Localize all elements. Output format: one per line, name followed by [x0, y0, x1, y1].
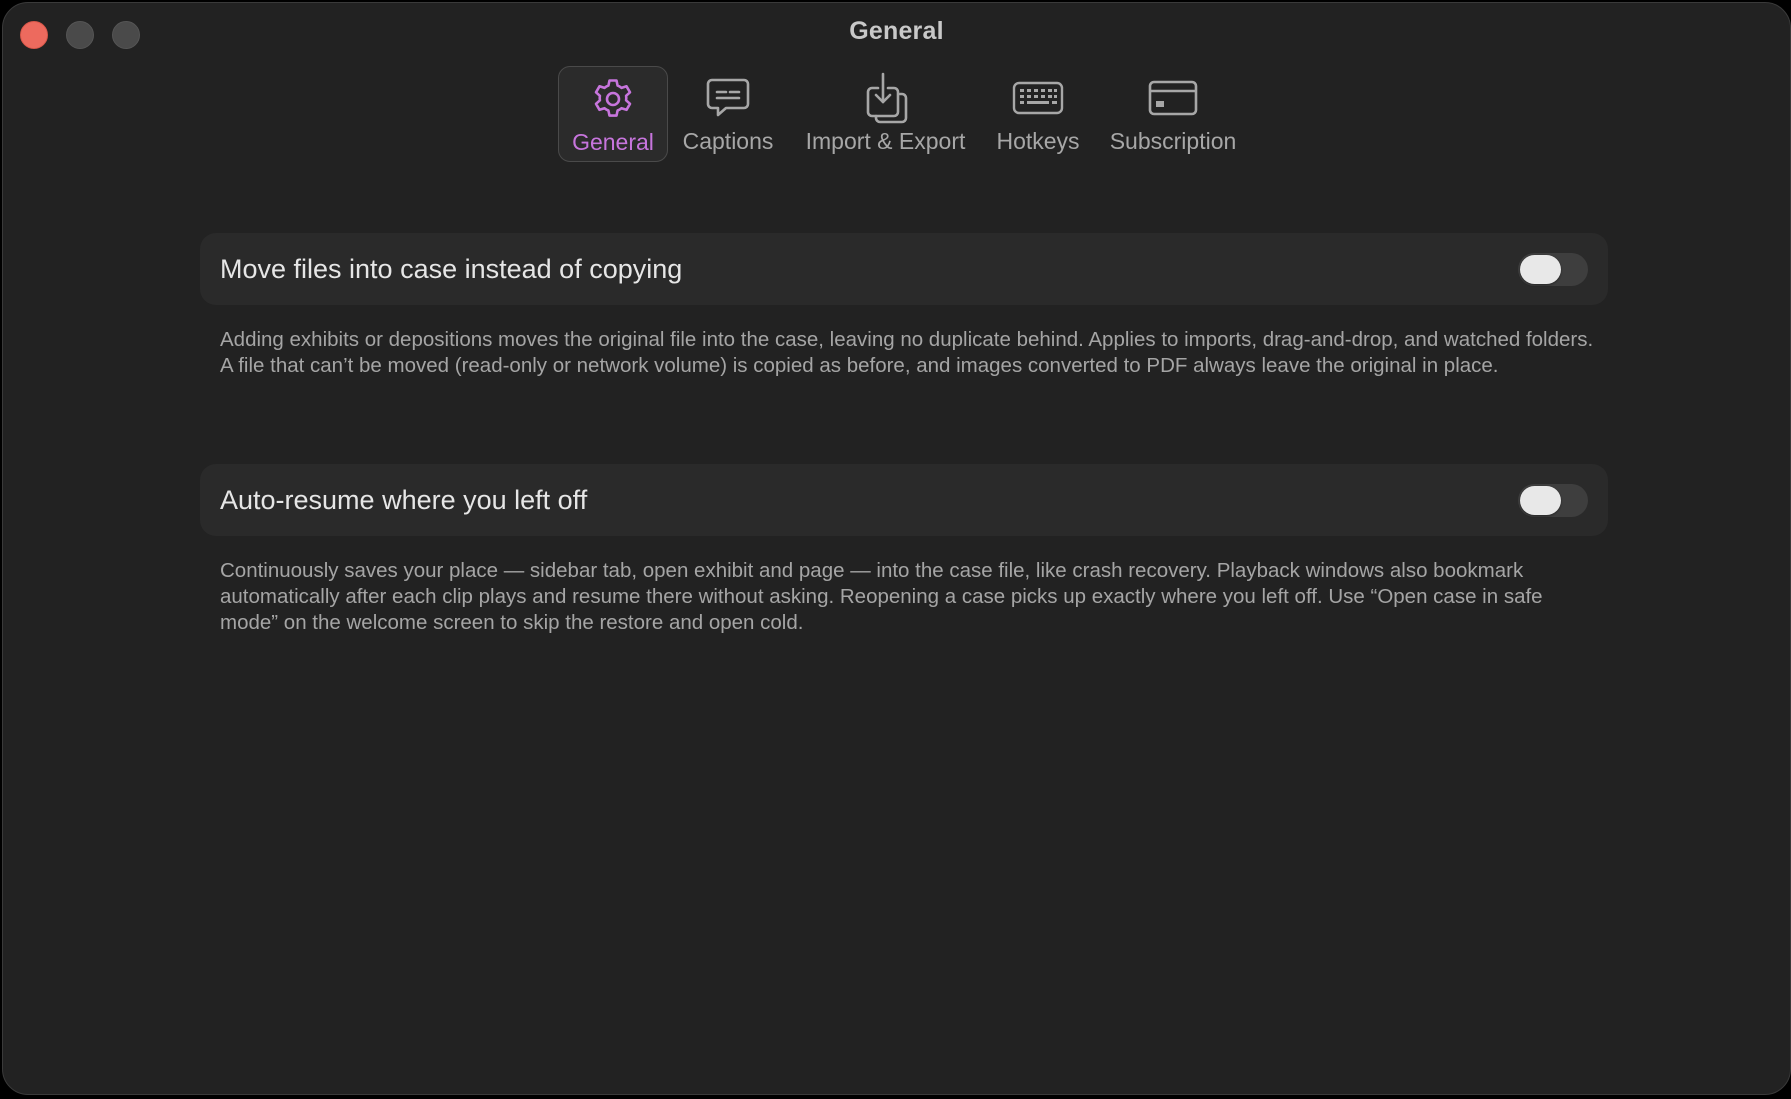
- tab-captions[interactable]: Captions: [673, 66, 783, 162]
- keyboard-icon: [988, 66, 1088, 126]
- setting-description: Adding exhibits or depositions moves the…: [220, 328, 1594, 377]
- toggle-knob: [1520, 255, 1561, 284]
- auto-resume-toggle[interactable]: [1518, 484, 1588, 517]
- tab-general-label: General: [572, 129, 654, 155]
- credit-card-icon: [1098, 66, 1248, 126]
- preferences-toolbar: General Captions Import & Export Hotkeys…: [3, 66, 1790, 162]
- toggle-knob: [1520, 486, 1561, 515]
- setting-label: Move files into case instead of copying: [220, 254, 683, 284]
- gear-icon: [559, 67, 667, 127]
- setting-description: Continuously saves your place — sidebar …: [220, 559, 1543, 634]
- speech-bubble-icon: [673, 66, 783, 126]
- tab-import-export[interactable]: Import & Export: [793, 66, 978, 162]
- settings-window: General General Captions Import & Export…: [2, 2, 1791, 1095]
- tab-subscription[interactable]: Subscription: [1098, 66, 1248, 162]
- window-title: General: [849, 17, 944, 45]
- setting-row-move-files: Move files into case instead of copying: [200, 233, 1608, 305]
- tab-subscription-label: Subscription: [1109, 128, 1237, 154]
- tab-captions-label: Captions: [682, 128, 774, 154]
- setting-label: Auto-resume where you left off: [220, 485, 588, 515]
- move-files-toggle[interactable]: [1518, 253, 1588, 286]
- tab-general[interactable]: General: [558, 66, 668, 162]
- tab-hotkeys[interactable]: Hotkeys: [988, 66, 1088, 162]
- tab-import-export-label: Import & Export: [805, 128, 966, 154]
- setting-row-auto-resume: Auto-resume where you left off: [200, 464, 1608, 536]
- tab-hotkeys-label: Hotkeys: [996, 128, 1080, 154]
- download-tray-icon: [793, 66, 978, 126]
